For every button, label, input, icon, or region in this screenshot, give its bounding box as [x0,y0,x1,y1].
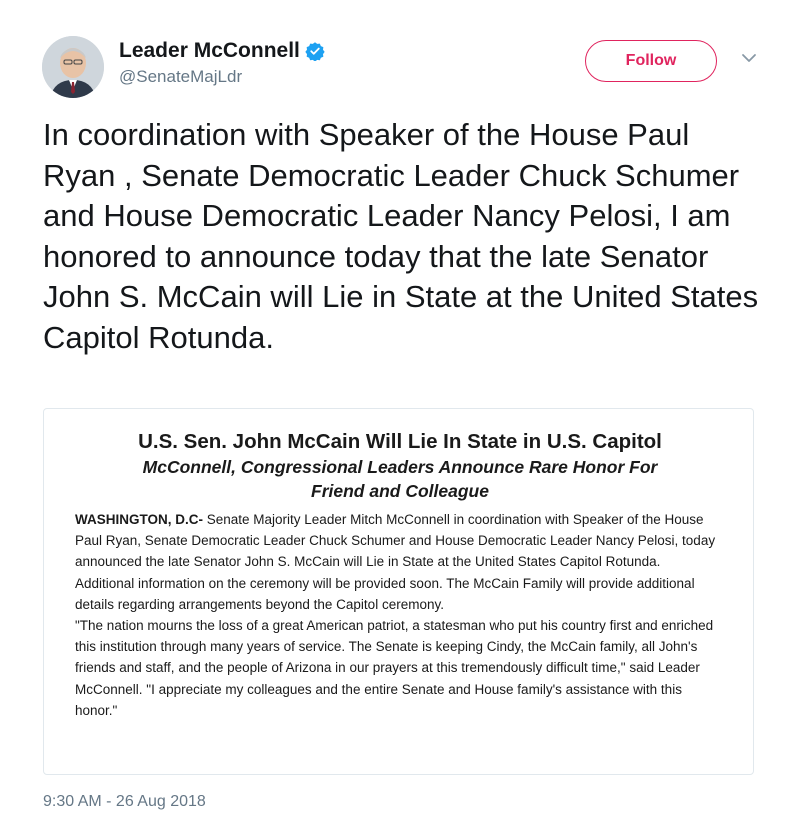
tweet-header: Leader McConnell @SenateMajLdr Follow [42,36,763,100]
press-paragraph-2: Additional information on the ceremony w… [75,575,695,612]
press-release-subtitle: McConnell, Congressional Leaders Announc… [142,457,658,501]
author-block: Leader McConnell @SenateMajLdr [119,38,325,87]
press-release-body: WASHINGTON, D.C- Senate Majority Leader … [75,509,725,721]
avatar[interactable] [42,36,104,98]
author-handle[interactable]: @SenateMajLdr [119,67,325,87]
tweet-text: In coordination with Speaker of the Hous… [43,117,759,355]
author-name-row[interactable]: Leader McConnell [119,38,325,64]
avatar-image [42,36,104,98]
attached-image[interactable]: U.S. Sen. John McCain Will Lie In State … [43,408,754,775]
press-release-title: U.S. Sen. John McCain Will Lie In State … [138,430,662,453]
press-dateline: WASHINGTON, D.C- [75,512,203,527]
press-release: U.S. Sen. John McCain Will Lie In State … [75,429,725,721]
author-display-name[interactable]: Leader McConnell [119,38,300,64]
verified-badge-icon [305,42,325,61]
tweet-timestamp[interactable]: 9:30 AM - 26 Aug 2018 [43,793,206,811]
chevron-down-icon[interactable] [741,53,757,63]
press-paragraph-1: WASHINGTON, D.C- Senate Majority Leader … [75,509,725,573]
follow-button[interactable]: Follow [585,40,717,82]
press-paragraph-3: "The nation mourns the loss of a great A… [75,618,714,718]
